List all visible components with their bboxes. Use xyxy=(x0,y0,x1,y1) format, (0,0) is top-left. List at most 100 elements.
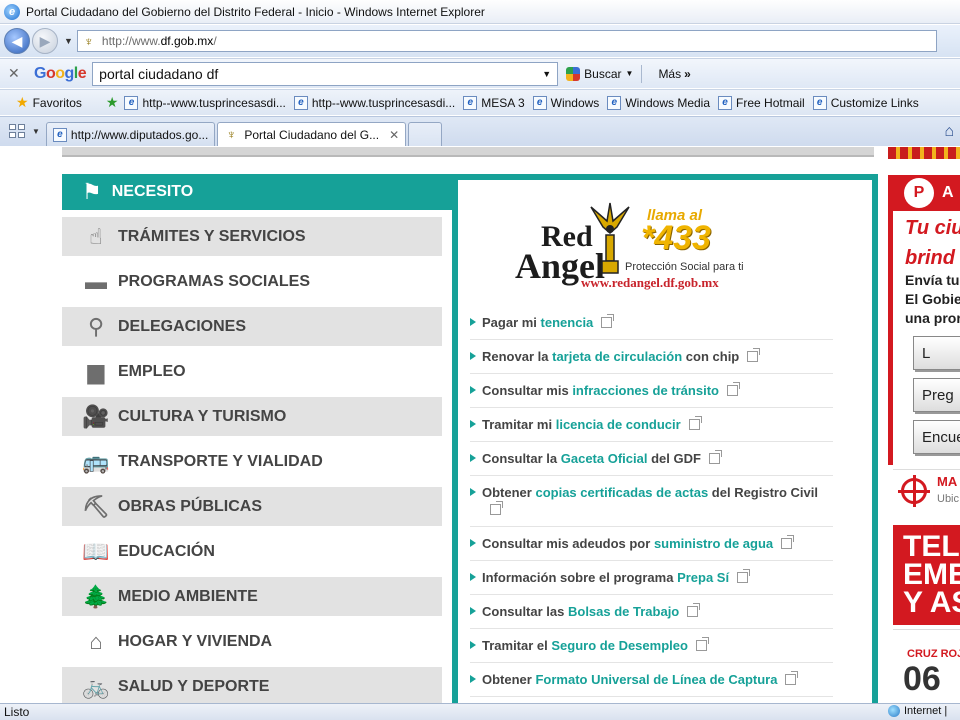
external-link-icon[interactable] xyxy=(747,348,761,362)
favorite-link-label: Windows Media xyxy=(625,95,711,110)
google-icon xyxy=(566,66,581,81)
right-button-3[interactable]: Encue xyxy=(913,420,960,454)
menu-item-label: TRANSPORTE Y VIALIDAD xyxy=(118,452,323,470)
top-strip xyxy=(62,147,874,157)
external-link-icon[interactable] xyxy=(687,603,701,617)
service-item: Obtener copias certificadas de actas del… xyxy=(470,476,833,527)
service-link[interactable]: Gaceta Oficial xyxy=(561,451,648,466)
tel-line1: TELÉ xyxy=(903,530,960,563)
ie-page-icon: e xyxy=(532,95,547,110)
house-icon: ⌂ xyxy=(89,628,103,654)
crosshair-icon xyxy=(898,474,930,507)
external-link-icon[interactable] xyxy=(490,501,503,515)
tagline: Protección Social para ti xyxy=(625,261,744,273)
service-link[interactable]: Prepa Sí xyxy=(677,570,729,585)
red-angel-banner[interactable]: Red Angel llama al *433 Protección Socia… xyxy=(515,199,785,295)
quick-tabs-icon[interactable] xyxy=(6,121,28,141)
external-link-icon[interactable] xyxy=(688,416,702,430)
menu-item[interactable]: ▆ EMPLEO xyxy=(62,352,442,391)
history-dropdown-icon[interactable]: ▼ xyxy=(64,36,73,46)
menu-item[interactable]: 🚲 SALUD Y DEPORTE xyxy=(62,667,442,703)
favorite-link[interactable]: e http--www.tusprincesasdi... xyxy=(124,95,286,110)
google-search-button[interactable]: Buscar ▼ xyxy=(566,66,633,81)
close-toolbar-icon[interactable]: ✕ xyxy=(8,65,26,82)
favorite-link[interactable]: e http--www.tusprincesasdi... xyxy=(293,95,455,110)
double-chevron-icon: » xyxy=(684,66,691,81)
tab-diputados[interactable]: e http://www.diputados.go... xyxy=(45,122,216,146)
service-link[interactable]: Bolsas de Trabajo xyxy=(568,604,679,619)
fingerprint-icon: ☝ xyxy=(89,223,103,249)
ie-logo-icon: e xyxy=(4,3,20,20)
bicycle-icon: 🚲 xyxy=(82,673,110,699)
tab-portal-ciudadano[interactable]: ♆ Portal Ciudadano del G... ✕ xyxy=(217,122,407,146)
map-link[interactable]: MA Ubic xyxy=(893,469,960,511)
google-logo-letter: e xyxy=(77,64,87,82)
service-link[interactable]: copias certificadas de actas xyxy=(535,485,708,500)
menu-item[interactable]: ⛏ OBRAS PÚBLICAS xyxy=(62,487,442,526)
menu-item[interactable]: ☝ TRÁMITES Y SERVICIOS xyxy=(62,217,442,256)
service-link[interactable]: Formato Universal de Línea de Captura xyxy=(535,672,777,687)
service-item: Consultar la Gaceta Oficial del GDF xyxy=(470,442,833,476)
favorite-link[interactable]: e Windows Media xyxy=(607,95,711,110)
google-search-input[interactable]: portal ciudadano df ▼ xyxy=(92,61,559,86)
ie-page-icon: e xyxy=(812,95,827,110)
home-icon[interactable]: ⌂ xyxy=(944,123,954,141)
favorite-link-label: http--www.tusprincesasdi... xyxy=(142,95,286,110)
favorite-link-label: Windows xyxy=(550,95,600,110)
menu-item[interactable]: 📖 EDUCACIÓN xyxy=(62,532,442,571)
service-link[interactable]: tarjeta de circulación xyxy=(552,349,682,364)
badge-icon: P xyxy=(904,178,934,208)
menu-item-label: EMPLEO xyxy=(118,362,186,380)
menu-item[interactable]: 🎥 CULTURA Y TURISMO xyxy=(62,397,442,436)
new-tab-button[interactable] xyxy=(408,122,443,146)
menu-item[interactable]: 🚌 TRANSPORTE Y VIALIDAD xyxy=(62,442,442,481)
right-panel-header: P A xyxy=(888,175,960,211)
menu-item[interactable]: ⚲ DELEGACIONES xyxy=(62,307,442,346)
site-favicon-icon: ♆ xyxy=(84,33,94,49)
add-favorite-icon[interactable]: ★ xyxy=(106,94,119,111)
right-button-2[interactable]: Preg xyxy=(913,378,960,412)
tab-list-dropdown-icon[interactable]: ▼ xyxy=(32,127,40,136)
service-link[interactable]: licencia de conducir xyxy=(556,417,681,432)
emergency-phones-banner[interactable]: TELÉ EME Y AS xyxy=(893,525,960,625)
favorites-button[interactable]: Favoritos xyxy=(33,96,82,110)
chevron-down-icon[interactable]: ▼ xyxy=(542,69,551,79)
menu-item[interactable]: 🌲 MEDIO AMBIENTE xyxy=(62,577,442,616)
service-item: Información sobre el programa Prepa Sí xyxy=(470,561,833,595)
external-link-icon[interactable] xyxy=(737,569,751,583)
right-panel: P A Tu ciu brind Envía tu El Gobie una p… xyxy=(888,175,960,465)
favorite-link[interactable]: e Windows xyxy=(532,95,600,110)
cruz-roja-box[interactable]: CRUZ ROJ 06 xyxy=(893,629,960,703)
service-link[interactable]: Seguro de Desempleo xyxy=(551,638,688,653)
more-button[interactable]: Más » xyxy=(658,67,690,81)
external-link-icon[interactable] xyxy=(695,637,709,651)
service-link[interactable]: infracciones de tránsito xyxy=(572,383,719,398)
forward-button[interactable]: ▶ xyxy=(32,28,58,54)
right-button-1[interactable]: L xyxy=(913,336,960,370)
service-text: Información sobre el programa xyxy=(482,570,674,585)
cruz-roja-number: 06 xyxy=(903,660,941,698)
external-link-icon[interactable] xyxy=(708,450,722,464)
location-pin-icon: ⚲ xyxy=(87,313,105,339)
google-query: portal ciudadano df xyxy=(99,65,219,82)
favorite-link[interactable]: e MESA 3 xyxy=(463,95,525,110)
ie-page-icon: e xyxy=(463,95,478,110)
external-link-icon[interactable] xyxy=(781,535,795,549)
menu-item-label: MEDIO AMBIENTE xyxy=(118,587,258,605)
external-link-icon[interactable] xyxy=(785,671,799,685)
back-button[interactable]: ◀ xyxy=(4,28,30,54)
tu-ciudad-line2: brind xyxy=(905,247,955,269)
url-input[interactable]: ♆ http://www. df.gob.mx / xyxy=(76,30,937,52)
menu-item[interactable]: ▬ PROGRAMAS SOCIALES xyxy=(62,262,442,301)
service-link[interactable]: suministro de agua xyxy=(654,536,773,551)
external-link-icon[interactable] xyxy=(726,382,740,396)
favorite-link[interactable]: e Free Hotmail xyxy=(718,95,805,110)
favorite-link[interactable]: e Customize Links xyxy=(812,95,919,110)
tel-line2: EME xyxy=(903,558,960,591)
category-menu: ☝ TRÁMITES Y SERVICIOS ▬ PROGRAMAS SOCIALES… xyxy=(62,217,442,703)
map-text: MA Ubic xyxy=(937,474,959,507)
close-tab-icon[interactable]: ✕ xyxy=(389,128,399,142)
external-link-icon[interactable] xyxy=(601,314,615,328)
menu-item[interactable]: ⌂ HOGAR Y VIVIENDA xyxy=(62,622,442,661)
service-link[interactable]: tenencia xyxy=(541,315,594,330)
